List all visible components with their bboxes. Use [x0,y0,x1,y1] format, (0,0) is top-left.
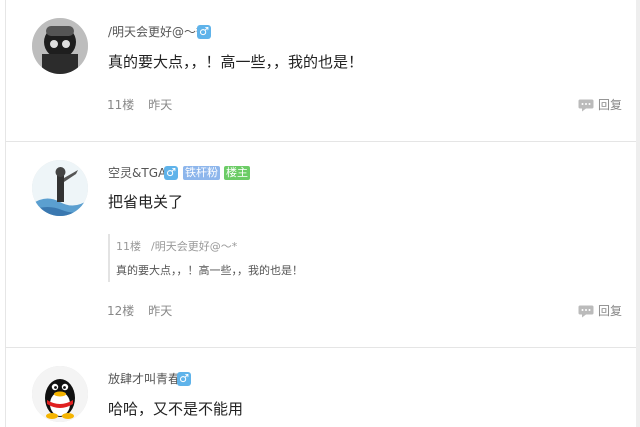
qq-penguin-avatar [32,366,88,422]
quote-floor: 11楼 [116,240,141,253]
post-content: 哈哈，又不是不能用 [108,400,244,418]
avatar-image [32,160,88,216]
floor-number: 12楼 [107,304,135,318]
thread-owner-badge: 楼主 [224,166,250,180]
post-divider [5,141,636,142]
male-gender-icon: ♂ [164,166,178,180]
reply-button[interactable]: 回复 [578,303,622,319]
reply-label: 回复 [598,304,623,318]
post-content: 真的要大点，，！高一些，，我的也是！ [108,53,364,71]
fan-level-badge: 铁杆粉 [183,166,220,180]
post-meta: 12楼 昨天 [107,303,186,319]
post-divider [5,347,636,348]
avatar[interactable] [32,160,88,216]
quote-header: 11楼/明天会更好@～* [116,240,408,254]
male-gender-icon: ♂ [177,372,191,386]
avatar[interactable] [32,366,88,422]
left-border [5,0,6,427]
reply-button[interactable]: 回复 [578,97,622,113]
quoted-reply: 11楼/明天会更好@～* 真的要大点，，！高一些，，我的也是！ [108,234,408,282]
post-meta: 11楼 昨天 [107,97,186,113]
avatar-image [32,18,88,74]
male-gender-icon: ♂ [197,25,211,39]
right-scroll-edge [636,0,640,427]
quote-text: 真的要大点，，！高一些，，我的也是！ [116,264,303,277]
post-time: 昨天 [148,304,173,318]
speech-bubble-icon [578,99,594,111]
post-time: 昨天 [148,98,173,112]
speech-bubble-icon [578,305,594,317]
username[interactable]: 放肆才叫青春 [108,371,180,387]
username[interactable]: 空灵&TGA [108,165,166,181]
floor-number: 11楼 [107,98,135,112]
avatar[interactable] [32,18,88,74]
reply-label: 回复 [598,98,623,112]
username[interactable]: /明天会更好@～* [108,24,202,40]
post-content: 把省电关了 [108,193,184,211]
quote-username[interactable]: /明天会更好@～* [151,240,237,253]
